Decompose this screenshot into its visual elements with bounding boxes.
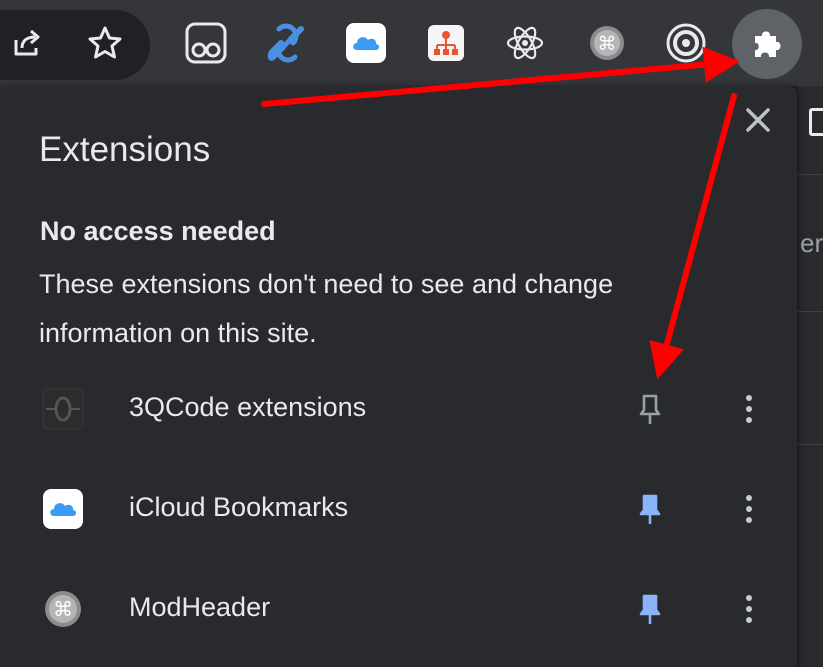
tampermonkey-icon[interactable]	[181, 18, 231, 68]
extension-name: iCloud Bookmarks	[129, 492, 349, 522]
pin-outline-icon	[639, 394, 661, 424]
modheader-icon: ⌘	[42, 588, 84, 630]
more-options-button[interactable]	[733, 489, 765, 529]
sitemap-icon[interactable]	[421, 18, 471, 68]
link-icon[interactable]	[262, 18, 312, 68]
close-icon	[746, 108, 770, 132]
more-options-button[interactable]	[733, 589, 765, 629]
pin-button[interactable]	[632, 489, 668, 529]
page-icon	[809, 108, 823, 136]
share-icon[interactable]	[2, 18, 52, 68]
extension-row-icloud-bookmarks[interactable]: iCloud Bookmarks	[0, 458, 797, 558]
svg-text:⌘: ⌘	[53, 597, 73, 621]
extensions-popup: Extensions No access needed These extens…	[0, 86, 797, 667]
svg-text:⌘: ⌘	[598, 33, 617, 55]
star-icon[interactable]	[80, 18, 130, 68]
section-description: These extensions don't need to see and c…	[39, 269, 614, 348]
pin-button[interactable]	[632, 589, 668, 629]
popup-title: Extensions	[39, 130, 211, 169]
pin-filled-icon	[639, 594, 661, 624]
browser-toolbar: ⌘	[0, 0, 823, 86]
more-options-button[interactable]	[733, 389, 765, 429]
section-heading: No access needed	[40, 216, 276, 246]
extensions-puzzle-button[interactable]	[732, 9, 802, 79]
target-icon[interactable]	[661, 18, 711, 68]
partial-page-text: er	[800, 228, 823, 258]
puzzle-icon	[755, 31, 781, 57]
extension-name: ModHeader	[129, 592, 271, 622]
3qcode-icon	[42, 388, 84, 430]
pin-button[interactable]	[632, 389, 668, 429]
extension-row-3qcode[interactable]: 3QCode extensions	[0, 358, 797, 458]
icloud-icon	[42, 488, 84, 530]
modheader-icon[interactable]: ⌘	[582, 18, 632, 68]
page-content-behind: er	[797, 86, 823, 667]
icloud-icon[interactable]	[341, 18, 391, 68]
react-icon[interactable]	[500, 18, 550, 68]
extension-row-modheader[interactable]: ⌘ ModHeader	[0, 558, 797, 658]
close-button[interactable]	[742, 104, 774, 136]
extension-name: 3QCode extensions	[129, 392, 367, 422]
pin-filled-icon	[639, 494, 661, 524]
